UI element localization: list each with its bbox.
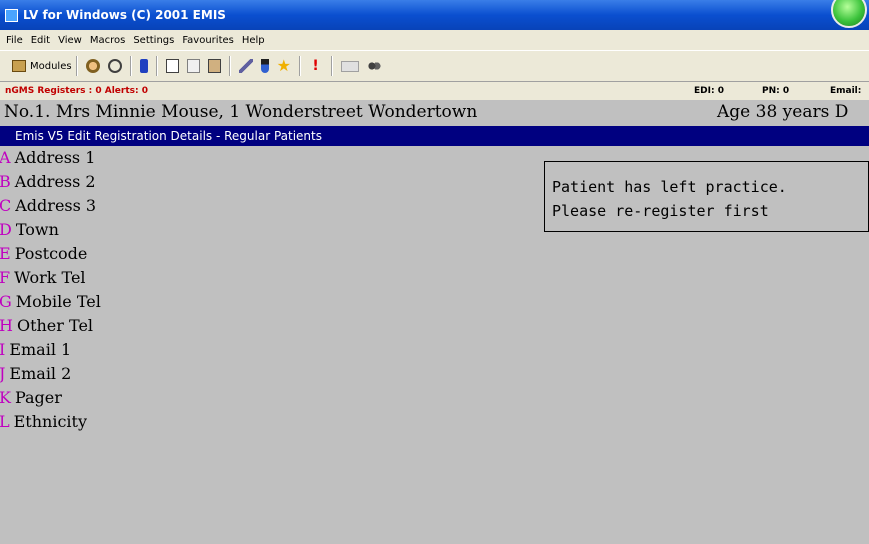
menu-file[interactable]: File bbox=[6, 35, 23, 46]
menu-view[interactable]: View bbox=[58, 35, 82, 46]
field-label: Pager bbox=[14, 388, 62, 407]
field-key: D bbox=[0, 220, 12, 239]
copy-icon[interactable] bbox=[165, 59, 179, 73]
edi-count: EDI: 0 bbox=[694, 86, 724, 96]
field-ethnicity[interactable]: L Ethnicity bbox=[0, 412, 87, 436]
field-key: J bbox=[0, 364, 6, 383]
screen-title: Emis V5 Edit Registration Details - Regu… bbox=[15, 129, 322, 143]
field-label: Email 1 bbox=[9, 340, 72, 359]
screen-header: Emis V5 Edit Registration Details - Regu… bbox=[0, 126, 869, 146]
modules-label: Modules bbox=[30, 60, 72, 72]
toolbar-separator bbox=[75, 56, 78, 76]
menu-edit[interactable]: Edit bbox=[31, 35, 50, 46]
field-key: G bbox=[0, 292, 12, 311]
email-status: Email: bbox=[830, 86, 862, 96]
field-key: C bbox=[0, 196, 12, 215]
message-line-1: Patient has left practice. bbox=[552, 178, 787, 196]
flask-icon[interactable] bbox=[260, 59, 269, 73]
field-label: Address 3 bbox=[15, 196, 97, 215]
toolbar: Modules ★ ! bbox=[0, 50, 869, 82]
field-key: A bbox=[0, 148, 11, 167]
patient-age: Age 38 years D bbox=[717, 102, 849, 122]
menu-help[interactable]: Help bbox=[242, 35, 265, 46]
toolbar-separator bbox=[330, 56, 333, 76]
field-mobile-tel[interactable]: G Mobile Tel bbox=[0, 292, 101, 316]
tools-icon[interactable] bbox=[238, 59, 253, 73]
window-title: LV for Windows (C) 2001 EMIS bbox=[23, 8, 226, 22]
field-key: H bbox=[0, 316, 13, 335]
message-box: Patient has left practice. Please re-reg… bbox=[544, 161, 869, 232]
globe-icon[interactable] bbox=[107, 59, 122, 73]
phone-icon[interactable] bbox=[139, 59, 148, 73]
patient-banner: No.1. Mrs Minnie Mouse, 1 Wonderstreet W… bbox=[0, 101, 869, 125]
field-address-3[interactable]: C Address 3 bbox=[0, 196, 96, 220]
field-key: I bbox=[0, 340, 6, 359]
field-key: L bbox=[0, 412, 10, 431]
pn-count: PN: 0 bbox=[762, 86, 790, 96]
field-label: Work Tel bbox=[14, 268, 86, 287]
registers-alerts-status: nGMS Registers : 0 Alerts: 0 bbox=[5, 86, 148, 96]
menu-bar: File Edit View Macros Settings Favourite… bbox=[0, 30, 869, 50]
modules-button[interactable]: Modules bbox=[8, 60, 72, 72]
alert-icon[interactable]: ! bbox=[309, 59, 323, 73]
status-orb-icon[interactable] bbox=[831, 0, 867, 28]
title-bar: LV for Windows (C) 2001 EMIS bbox=[0, 0, 869, 30]
field-label: Postcode bbox=[14, 244, 88, 263]
field-email-1[interactable]: I Email 1 bbox=[0, 340, 71, 364]
field-label: Mobile Tel bbox=[15, 292, 101, 311]
field-key: B bbox=[0, 172, 11, 191]
nhs-icon[interactable] bbox=[340, 60, 359, 72]
message-line-2: Please re-register first bbox=[552, 202, 769, 220]
patient-search-icon[interactable] bbox=[85, 59, 100, 73]
toolbar-separator bbox=[228, 56, 231, 76]
menu-macros[interactable]: Macros bbox=[90, 35, 125, 46]
field-key: E bbox=[0, 244, 11, 263]
field-label: Ethnicity bbox=[13, 412, 88, 431]
menu-favourites[interactable]: Favourites bbox=[182, 35, 234, 46]
people-icon[interactable] bbox=[366, 59, 381, 73]
field-address-1[interactable]: A Address 1 bbox=[0, 148, 95, 172]
field-label: Email 2 bbox=[9, 364, 72, 383]
field-email-2[interactable]: J Email 2 bbox=[0, 364, 71, 388]
field-key: F bbox=[0, 268, 11, 287]
toolbar-separator bbox=[155, 56, 158, 76]
field-pager[interactable]: K Pager bbox=[0, 388, 62, 412]
field-key: K bbox=[0, 388, 11, 407]
modules-icon bbox=[12, 60, 26, 72]
app-icon bbox=[5, 8, 18, 22]
document-icon[interactable] bbox=[186, 59, 200, 73]
toolbar-separator bbox=[298, 56, 301, 76]
field-label: Address 2 bbox=[14, 172, 96, 191]
star-icon[interactable]: ★ bbox=[277, 58, 291, 74]
toolbar-separator bbox=[129, 56, 132, 76]
patient-details: No.1. Mrs Minnie Mouse, 1 Wonderstreet W… bbox=[4, 102, 478, 122]
menu-settings[interactable]: Settings bbox=[133, 35, 174, 46]
field-label: Town bbox=[15, 220, 59, 239]
status-bar: nGMS Registers : 0 Alerts: 0 EDI: 0 PN: … bbox=[0, 82, 869, 100]
field-work-tel[interactable]: F Work Tel bbox=[0, 268, 86, 292]
field-town[interactable]: D Town bbox=[0, 220, 59, 244]
field-label: Address 1 bbox=[14, 148, 96, 167]
clipboard-icon[interactable] bbox=[207, 59, 221, 73]
field-address-2[interactable]: B Address 2 bbox=[0, 172, 96, 196]
field-postcode[interactable]: E Postcode bbox=[0, 244, 87, 268]
field-label: Other Tel bbox=[16, 316, 94, 335]
field-other-tel[interactable]: H Other Tel bbox=[0, 316, 93, 340]
